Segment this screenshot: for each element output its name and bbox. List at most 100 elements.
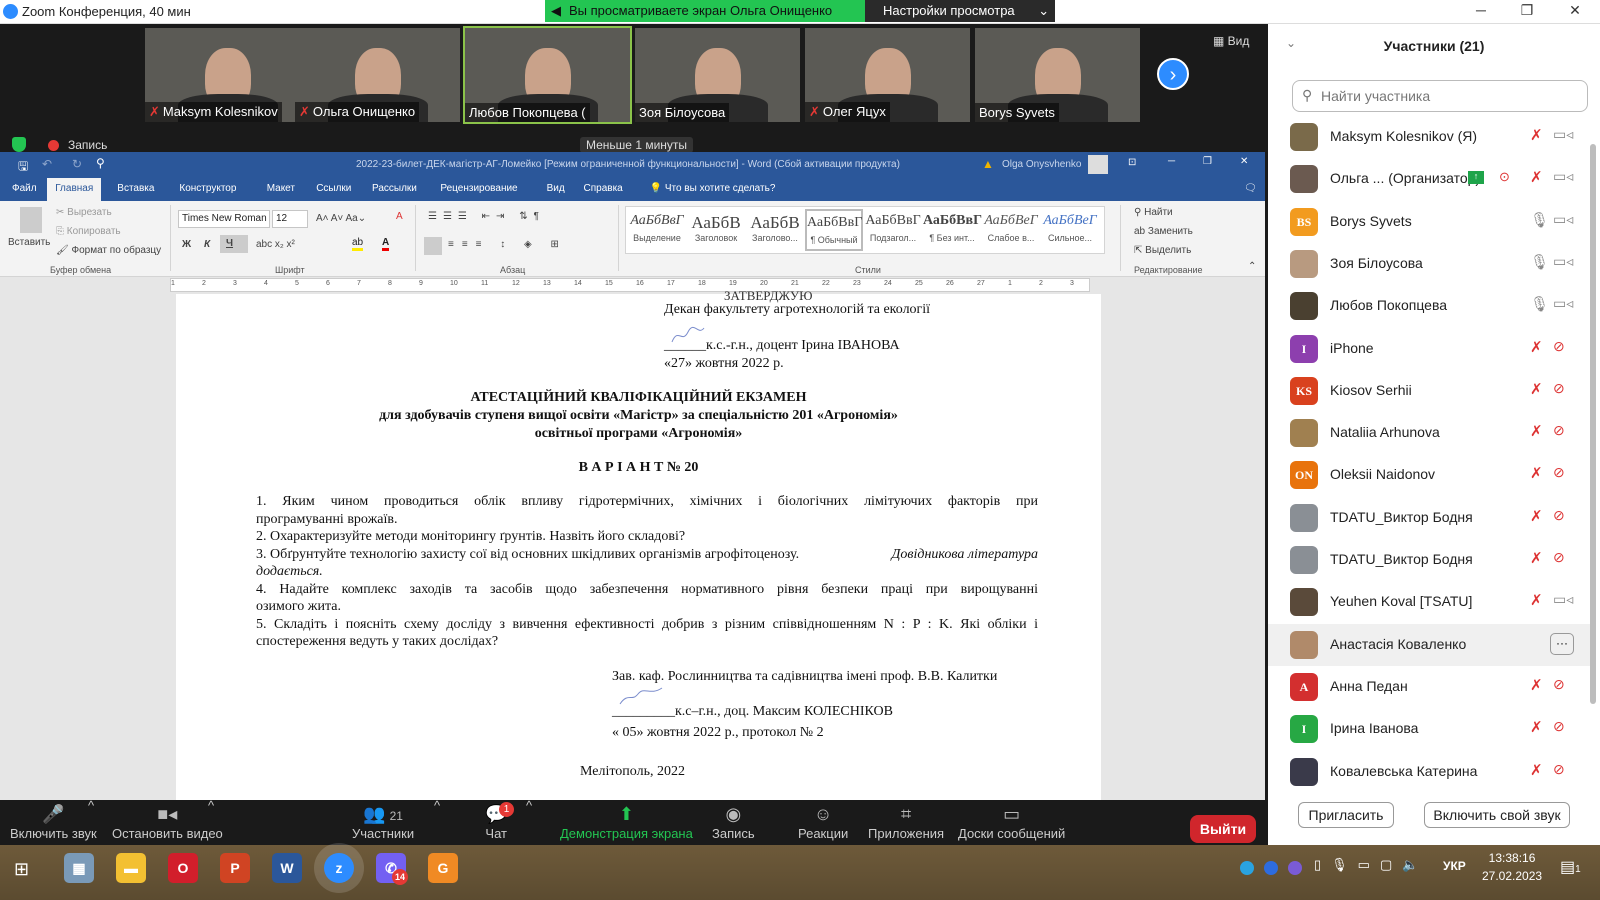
- document-page[interactable]: ЗАТВЕРДЖУЮ Декан факультету агротехнолог…: [176, 288, 1101, 800]
- muted-mic-icon[interactable]: ✗: [1530, 338, 1543, 356]
- clock[interactable]: 13:38:16 27.02.2023: [1482, 849, 1542, 885]
- mic-icon[interactable]: 🎙: [1530, 253, 1549, 271]
- muted-mic-icon[interactable]: ✗: [1530, 761, 1543, 779]
- more-options-button[interactable]: ···: [1550, 632, 1574, 655]
- muted-mic-icon[interactable]: ✗: [1530, 380, 1543, 398]
- video-tile[interactable]: Borys Syvets: [975, 28, 1140, 122]
- participant-row[interactable]: Ольга ... (Организатор) ↑ ⊙ ✗ ▭◃: [1268, 158, 1590, 200]
- tab-6[interactable]: Рассылки: [372, 183, 417, 194]
- tab-2[interactable]: Вставка: [117, 183, 154, 194]
- redo-icon[interactable]: ↻: [72, 157, 82, 171]
- opera-taskbar-icon[interactable]: O: [168, 853, 198, 883]
- powerpoint-taskbar-icon[interactable]: P: [220, 853, 250, 883]
- options-caret[interactable]: ^: [526, 798, 532, 813]
- undo-icon[interactable]: ↶: [42, 157, 52, 171]
- minimize-button[interactable]: ─: [1466, 2, 1496, 18]
- chat-button[interactable]: 💬 1 Чат: [485, 802, 514, 841]
- video-tile[interactable]: ✗ Олег Яцух: [805, 28, 970, 122]
- zoom-tray-icon[interactable]: [1264, 861, 1278, 875]
- participant-row[interactable]: Nataliia Arhunova ✗ ⊘: [1268, 412, 1590, 454]
- next-page-button[interactable]: ›: [1157, 58, 1189, 90]
- tab-7[interactable]: Рецензирование: [440, 183, 517, 194]
- tab-4[interactable]: Макет: [267, 183, 295, 194]
- unmute-me-button[interactable]: Включить свой звук: [1424, 802, 1570, 828]
- unmute-button[interactable]: 🎤 Включить звук: [10, 804, 97, 841]
- word-close-button[interactable]: ✕: [1240, 156, 1248, 167]
- options-caret[interactable]: ^: [434, 798, 440, 813]
- system-tray-icons[interactable]: ▯🎙▭▢🔈: [1314, 857, 1428, 873]
- paste-button[interactable]: Вставить: [8, 237, 50, 248]
- strike-sub-sup-icons[interactable]: abc x₂ x²: [256, 239, 295, 250]
- tell-me-search[interactable]: 💡 Что вы хотите сделать?: [650, 183, 776, 194]
- explorer-taskbar-icon[interactable]: ▬: [116, 853, 146, 883]
- participant-row[interactable]: ON Oleksii Naidonov ✗ ⊘: [1268, 454, 1590, 496]
- comments-icon[interactable]: 🗨: [1244, 183, 1257, 194]
- tab-9[interactable]: Справка: [584, 183, 623, 194]
- pdf-taskbar-icon[interactable]: G: [428, 853, 458, 883]
- style-7[interactable]: АаБбВеГ Сильное...: [1041, 209, 1099, 243]
- viber-tray-icon[interactable]: [1288, 861, 1302, 875]
- font-size-select[interactable]: 12: [272, 210, 308, 228]
- style-4[interactable]: АаБбВвГ Подзагол...: [864, 209, 922, 243]
- participant-row[interactable]: Анастасія Коваленко ···: [1268, 623, 1590, 666]
- word-minimize-button[interactable]: ─: [1168, 156, 1175, 167]
- viber-taskbar-icon[interactable]: ✆ 14: [376, 853, 408, 885]
- participant-row[interactable]: KS Kiosov Serhii ✗ ⊘: [1268, 370, 1590, 412]
- video-tile[interactable]: Любов Покопцева (: [463, 26, 632, 124]
- replace-button[interactable]: ab Заменить: [1134, 226, 1193, 237]
- reactions-button[interactable]: ☺ Реакции: [798, 804, 848, 841]
- muted-mic-icon[interactable]: ✗: [1530, 549, 1543, 567]
- style-1[interactable]: АаБбВ Заголовок: [687, 209, 745, 243]
- share-screen-button[interactable]: ⬆ Демонстрация экрана: [560, 804, 693, 841]
- invite-button[interactable]: Пригласить: [1298, 802, 1394, 828]
- muted-mic-icon[interactable]: ✗: [1530, 464, 1543, 482]
- participant-row[interactable]: BS Borys Syvets 🎙 ▭◃: [1268, 201, 1590, 243]
- participant-row[interactable]: A Анна Педан ✗ ⊘: [1268, 666, 1590, 708]
- tab-1[interactable]: Главная: [47, 178, 102, 201]
- whiteboards-button[interactable]: ▭ Доски сообщений: [958, 804, 1065, 841]
- horizontal-ruler[interactable]: 1 2 3 4 5 6 7 8 9 10 11 12 13 14 15 16 17 18 19 20 21 22 23 24 2…: [170, 278, 1090, 292]
- language-indicator[interactable]: УКР: [1443, 859, 1466, 873]
- windows-start-icon[interactable]: ⊞: [14, 859, 29, 880]
- collapse-ribbon-icon[interactable]: ⌃: [1248, 261, 1256, 272]
- muted-mic-icon[interactable]: ✗: [1530, 591, 1543, 609]
- options-caret[interactable]: ^: [88, 798, 94, 813]
- video-tile[interactable]: ✗ Ольга Онищенко: [295, 28, 460, 122]
- align-left-button[interactable]: [424, 237, 442, 255]
- find-button[interactable]: ⚲ Найти: [1134, 207, 1173, 218]
- view-button[interactable]: ▦ Вид: [1213, 34, 1249, 48]
- close-button[interactable]: ✕: [1560, 2, 1590, 19]
- clear-formatting-icon[interactable]: A: [396, 211, 403, 222]
- select-button[interactable]: ⇱ Выделить: [1134, 245, 1191, 256]
- options-caret[interactable]: ^: [208, 798, 214, 813]
- style-3[interactable]: АаБбВвГ ¶ Обычный: [805, 209, 863, 251]
- mic-icon[interactable]: 🎙: [1530, 295, 1549, 313]
- format-painter-button[interactable]: 🖌 Формат по образцу: [56, 245, 161, 256]
- participant-row[interactable]: TDATU_Виктор Бодня ✗ ⊘: [1268, 539, 1590, 581]
- italic-button[interactable]: К: [204, 239, 210, 250]
- tab-8[interactable]: Вид: [547, 183, 565, 194]
- mic-icon[interactable]: 🎙: [1530, 211, 1549, 229]
- grow-font-icon[interactable]: A˄ A˅ Aa⌄: [316, 213, 366, 224]
- search-icon[interactable]: ⚲: [96, 156, 105, 170]
- style-6[interactable]: АаБбВеГ Слабое в...: [982, 209, 1040, 243]
- tab-5[interactable]: Ссылки: [316, 183, 351, 194]
- participant-row[interactable]: Maksym Kolesnikov (Я) ✗ ▭◃: [1268, 116, 1590, 158]
- muted-mic-icon[interactable]: ✗: [1530, 676, 1543, 694]
- record-button[interactable]: ◉ Запись: [712, 804, 755, 841]
- participants-button[interactable]: 👥 21 Участники: [352, 804, 414, 841]
- paste-icon[interactable]: [20, 207, 42, 233]
- participant-row[interactable]: Yeuhen Koval [TSATU] ✗ ▭◃: [1268, 581, 1590, 623]
- apps-button[interactable]: ⌗ Приложения: [868, 804, 944, 841]
- video-tile[interactable]: Зоя Білоусова: [635, 28, 800, 122]
- font-name-select[interactable]: Times New Roman: [178, 210, 270, 228]
- muted-mic-icon[interactable]: ✗: [1530, 126, 1543, 144]
- style-5[interactable]: АаБбВвГ ¶ Без инт...: [923, 209, 982, 243]
- list-icons[interactable]: ☰☰☰ ⇤⇥ ⇅¶: [428, 211, 545, 222]
- tab-0[interactable]: Файл: [12, 183, 37, 194]
- leave-button[interactable]: Выйти: [1190, 815, 1256, 843]
- participant-row[interactable]: Ковалевська Катерина ✗ ⊘: [1268, 751, 1590, 793]
- participant-row[interactable]: TDATU_Виктор Бодня ✗ ⊘: [1268, 497, 1590, 539]
- highlight-icon[interactable]: ab: [352, 237, 364, 251]
- copy-button[interactable]: ⎘ Копировать: [56, 226, 121, 237]
